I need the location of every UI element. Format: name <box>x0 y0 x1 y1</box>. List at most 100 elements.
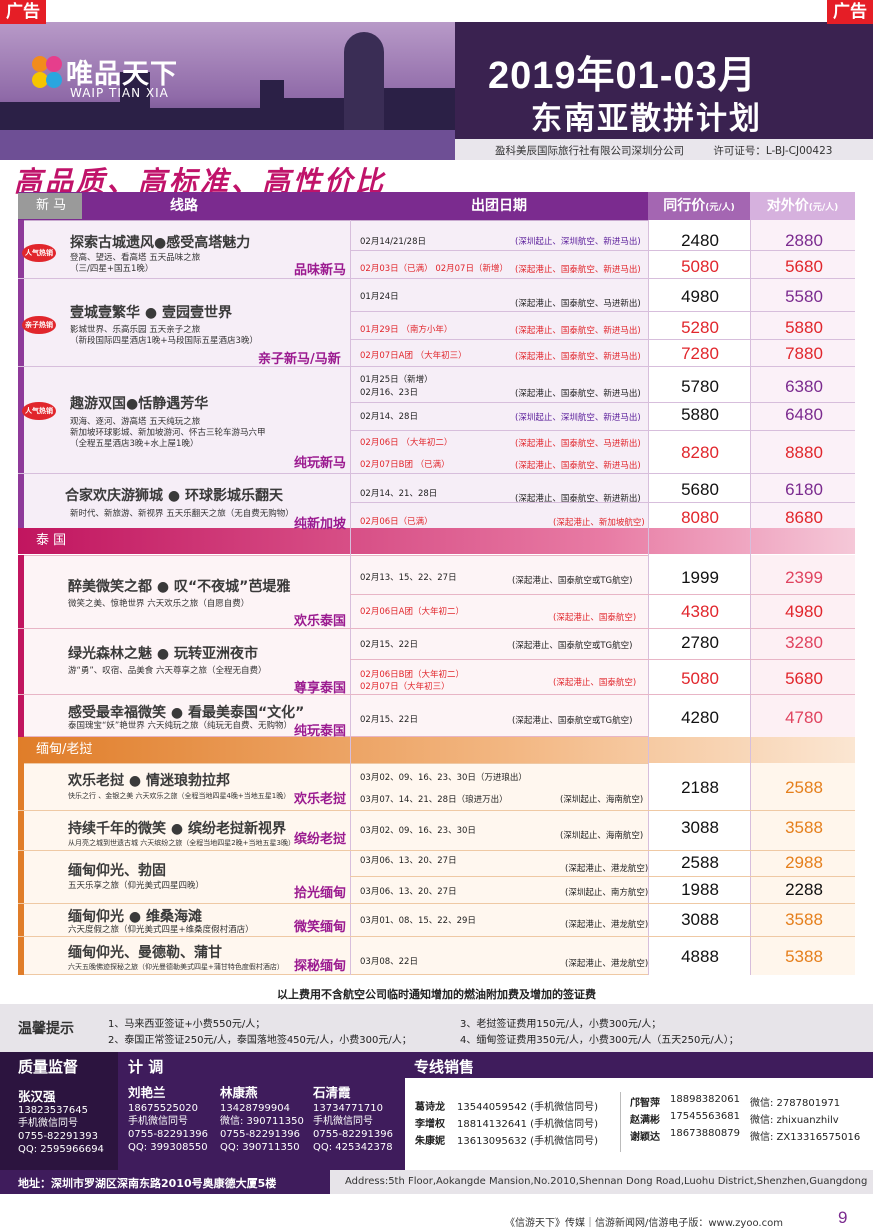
departure-note: (深起港止、国泰航空、新进马出) <box>515 352 641 362</box>
route-name: 壹城壹繁华 ● 壹园壹世界 <box>70 305 232 321</box>
sales-wechat: 微信: 2787801971 <box>750 1098 841 1109</box>
peer-price: 7280 <box>681 344 719 363</box>
company-name: 盈科美辰国际旅行社有限公司深圳分公司 <box>495 145 684 157</box>
departure-dates: 02月07日B团 （已满） <box>360 460 450 470</box>
peer-price: 5080 <box>681 257 719 276</box>
departure-dates: 03月07、14、21、28日（琅进万出） <box>360 795 508 805</box>
departure-note: (深起港止、国泰航空或TG航空) <box>512 576 633 586</box>
route-name: 持续千年的微笑 ● 缤纷老挝新视界 <box>68 821 286 837</box>
departure-note: (深起港止、港龙航空) <box>565 959 649 969</box>
fee-footnote: 以上费用不含航空公司临时通知增加的燃油附加费及增加的签证费 <box>277 988 596 1001</box>
page-title: 东南亚散拼计划 <box>531 101 762 137</box>
sales-name: 朱康妮 <box>415 1136 445 1147</box>
contact-qq: QQ: 399308550 <box>128 1142 208 1153</box>
tip-item: 3、老挝签证费用150元/人，小费300元/人； <box>460 1019 662 1030</box>
route-tag: 品味新马 <box>294 263 347 278</box>
public-price: 8680 <box>785 508 823 527</box>
departure-dates: 03月06、13、20、27日 <box>360 856 457 866</box>
sales-name: 葛诗龙 <box>415 1102 445 1113</box>
public-price: 5680 <box>785 669 823 688</box>
peer-price: 4888 <box>681 947 719 966</box>
public-price: 4780 <box>785 708 823 727</box>
departure-note: (深起港止、国泰航空、新进马出) <box>515 461 641 471</box>
departure-dates: 03月08、22日 <box>360 957 418 967</box>
departure-dates: 02月07日A团 （大年初三） <box>360 351 467 361</box>
route-name: 欢乐老挝 ● 情迷琅勃拉邦 <box>68 773 230 789</box>
route-desc: 从月亮之城到世遗古城 六天缤纷之旅（全程当地四星2晚+当地五星3晚） <box>68 839 295 847</box>
page-footer: 《信游天下》传媒｜信游新闻网/信游电子版：www.zyoo.com 9 <box>0 1206 873 1230</box>
departure-note: (深起港止、国泰航空) <box>553 613 637 623</box>
contact-qq: QQ: 390711350 <box>220 1142 300 1153</box>
route-desc: 六天五晚佛迹探秘之旅（仰光曼德勒美式四星+蒲甘特色度假村酒店） <box>68 963 284 971</box>
route-name: 探索古城遗风●感受高塔魅力 <box>70 235 251 251</box>
departure-dates: 02月16、23日 <box>360 388 418 398</box>
departure-dates: 02月15、22日 <box>360 715 418 725</box>
route-name: 绿光森林之魅 ● 玩转亚洲夜市 <box>68 646 258 662</box>
public-price: 7880 <box>785 344 823 363</box>
sales-phone: 18673880879 <box>670 1128 740 1139</box>
public-price: 2288 <box>785 880 823 899</box>
route-tag: 纯新加坡 <box>294 517 347 532</box>
departure-note: (深起港止、国泰航空、新进马出) <box>515 389 641 399</box>
peer-price: 8080 <box>681 508 719 527</box>
departure-note: (深起港止、国泰航空、马进新出) <box>515 299 641 309</box>
public-price: 5880 <box>785 318 823 337</box>
route-name: 缅甸仰光、勃固 <box>68 863 166 879</box>
route-name: 合家欢庆游狮城 ● 环球影城乐翻天 <box>65 488 283 504</box>
route-tag: 缤纷老挝 <box>294 832 347 847</box>
departure-dates: 02月14、21、28日 <box>360 489 438 499</box>
departure-note: (深圳起止、南方航空) <box>565 888 649 898</box>
route-tag: 亲子新马/马新 <box>258 352 341 367</box>
public-price: 5680 <box>785 257 823 276</box>
peer-price: 1999 <box>681 568 719 587</box>
peer-price: 5680 <box>681 480 719 499</box>
peer-price: 8280 <box>681 443 719 462</box>
peer-price: 3088 <box>681 910 719 929</box>
sales-panel: 葛诗龙 13544059542 (手机微信同号) 李增权 18814132641… <box>405 1078 873 1170</box>
departure-dates: 03月02、09、16、23、30日（万进琅出） <box>360 773 527 783</box>
public-price: 6180 <box>785 480 823 499</box>
departure-note: (深起港止、国泰航空、新进马出) <box>515 326 641 336</box>
route-desc: 微笑之美、惊艳世界 六天欢乐之旅（自愿自费） <box>68 599 250 609</box>
sales-wechat: 微信: zhixuanzhilv <box>750 1115 839 1126</box>
peer-price: 3088 <box>681 818 719 837</box>
page-title-period: 2019年01-03月 <box>488 55 757 97</box>
contact-phone: 18675525020 <box>128 1103 198 1114</box>
departure-note: (深起港止、港龙航空) <box>565 920 649 930</box>
departure-dates: 02月06日A团（大年初二） <box>360 607 464 617</box>
contact-name: 石清霞 <box>313 1085 351 1100</box>
public-price: 2988 <box>785 853 823 872</box>
company-bar: 盈科美辰国际旅行社有限公司深圳分公司 许可证号：L-BJ-CJ00423 <box>455 139 873 160</box>
sales-info: 13544059542 (手机微信同号) <box>457 1102 598 1113</box>
sales-name: 谢颖达 <box>630 1132 660 1143</box>
departure-note: (深起港止、国泰航空或TG航空) <box>512 641 633 651</box>
footer-text: 《信游天下》传媒｜信游新闻网/信游电子版：www.zyoo.com <box>505 1218 783 1229</box>
peer-price: 2780 <box>681 633 719 652</box>
public-price: 2880 <box>785 231 823 250</box>
tip-item: 1、马来西亚签证+小费550元/人； <box>108 1019 266 1030</box>
departure-dates: 02月15、22日 <box>360 640 418 650</box>
ad-label-left: 广告 <box>0 0 46 24</box>
address-bar: 地址：深圳市罗湖区深南东路2010号奥康德大厦5楼 Address:5th Fl… <box>0 1170 873 1194</box>
sales-name: 邝智萍 <box>630 1098 660 1109</box>
tip-item: 4、缅甸签证费用350元/人，小费300元/人（五天250元/人）； <box>460 1035 739 1046</box>
tip-item: 2、泰国正常签证250元/人，泰国落地签450元/人，小费300元/人； <box>108 1035 412 1046</box>
route-tag: 探秘缅甸 <box>294 959 347 974</box>
route-tag: 欢乐泰国 <box>294 614 347 629</box>
peer-price: 1988 <box>681 880 719 899</box>
public-price: 2399 <box>785 568 823 587</box>
region-label-mm: 缅甸/老挝 <box>18 737 855 763</box>
contact-tel: 0755-82291396 <box>220 1129 300 1140</box>
route-desc: 五天乐享之旅（仰光美式四星四晚） <box>68 881 205 891</box>
route-desc: 泰国瑰宝“妖”艳世界 六天纯玩之旅（纯玩无自费、无购物） <box>68 721 293 731</box>
sales-name: 李增权 <box>415 1119 445 1130</box>
route-name: 醉美微笑之都 ● 叹“不夜城”芭堤雅 <box>68 579 291 595</box>
route-tag: 拾光缅甸 <box>294 886 347 901</box>
departure-dates: 02月13、15、22、27日 <box>360 573 457 583</box>
departure-dates: 02月06日B团（大年初二） <box>360 670 464 680</box>
contact-qq: QQ: 2595966694 <box>18 1144 104 1155</box>
departure-dates: 02月03日（已满） 02月07日（新增） <box>360 264 508 274</box>
departure-dates: 01月29日 （南方小年） <box>360 325 453 335</box>
contact-line: 手机微信同号 <box>313 1116 373 1127</box>
peer-price: 4280 <box>681 708 719 727</box>
